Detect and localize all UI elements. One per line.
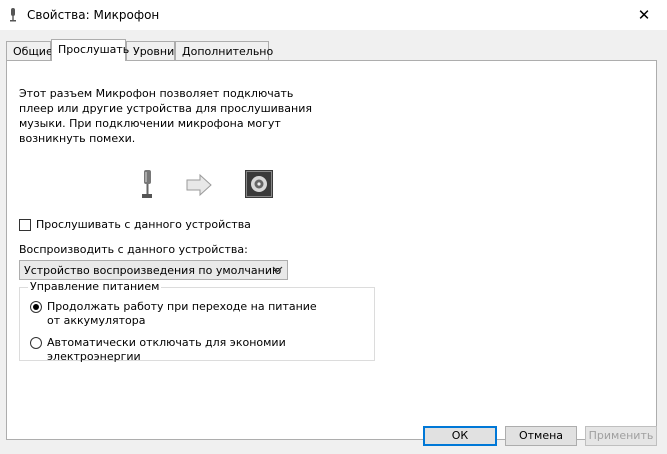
tab-listen[interactable]: Прослушать (51, 39, 129, 61)
power-continue-radio[interactable] (30, 301, 42, 313)
window-title: Свойства: Микрофон (27, 8, 160, 22)
title-bar: Свойства: Микрофон ✕ (0, 0, 667, 30)
close-button[interactable]: ✕ (621, 0, 667, 30)
listen-checkbox-label: Прослушивать с данного устройства (36, 218, 251, 231)
playback-device-dropdown[interactable]: Устройство воспроизведения по умолчанию (19, 260, 288, 280)
tab-general[interactable]: Общие (6, 41, 53, 60)
ok-button[interactable]: ОК (423, 426, 497, 446)
description-text: Этот разъем Микрофон позволяет подключат… (19, 87, 312, 145)
listen-checkbox-row[interactable]: Прослушивать с данного устройства (19, 218, 251, 231)
microphone-icon (10, 8, 16, 22)
playback-device-value: Устройство воспроизведения по умолчанию (24, 263, 282, 277)
playback-device-label: Воспроизводить с данного устройства: (19, 243, 248, 256)
power-auto-off-option[interactable]: Автоматически отключать для экономии эле… (30, 336, 367, 364)
power-auto-off-label: Автоматически отключать для экономии эле… (47, 336, 286, 363)
tab-advanced[interactable]: Дополнительно (175, 41, 273, 60)
chevron-down-icon (272, 266, 283, 273)
apply-button[interactable]: Применить (585, 426, 657, 446)
tab-levels[interactable]: Уровни (126, 41, 175, 60)
device-flow-illustration (142, 170, 273, 198)
dialog-client-area: Общие Прослушать Уровни Дополнительно Эт… (0, 30, 667, 454)
microphone-device-icon (142, 170, 152, 198)
cancel-button[interactable]: Отмена (505, 426, 577, 446)
arrow-right-icon (186, 173, 212, 197)
listen-checkbox[interactable] (19, 218, 31, 231)
power-management-group: Управление питанием Продолжать работу пр… (19, 280, 375, 364)
power-auto-off-radio[interactable] (30, 337, 42, 349)
listen-panel: Этот разъем Микрофон позволяет подключат… (6, 60, 657, 440)
power-continue-option[interactable]: Продолжать работу при переходе на питани… (30, 300, 327, 328)
close-icon: ✕ (637, 6, 651, 24)
power-continue-label: Продолжать работу при переходе на питани… (47, 300, 317, 327)
speaker-icon (245, 170, 273, 198)
power-management-title: Управление питанием (28, 280, 162, 293)
